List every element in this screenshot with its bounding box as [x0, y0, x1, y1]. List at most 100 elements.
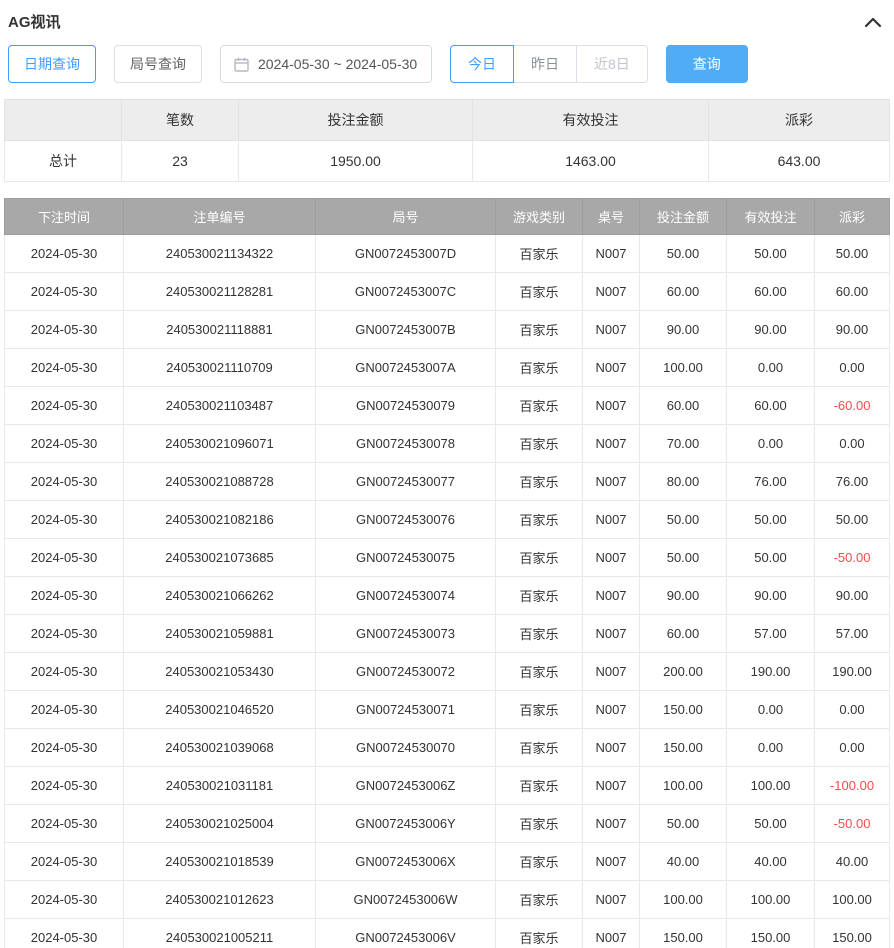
- cell: 2024-05-30: [5, 615, 124, 653]
- cell: 57.00: [815, 615, 890, 653]
- cell: N007: [583, 843, 640, 881]
- cell: N007: [583, 539, 640, 577]
- today-button[interactable]: 今日: [450, 45, 514, 83]
- cell: 50.00: [815, 501, 890, 539]
- column-header: 游戏类别: [496, 199, 583, 235]
- column-header: 下注时间: [5, 199, 124, 235]
- date-query-button[interactable]: 日期查询: [8, 45, 96, 83]
- column-header: 派彩: [815, 199, 890, 235]
- summary-value: 643.00: [709, 141, 890, 182]
- cell: 2024-05-30: [5, 919, 124, 948]
- table-row: 2024-05-30240530021046520GN00724530071百家…: [5, 691, 890, 729]
- cell: 240530021039068: [124, 729, 316, 767]
- cell: GN0072453006W: [316, 881, 496, 919]
- summary-header-cell: 笔数: [122, 100, 239, 141]
- cell: 60.00: [640, 273, 727, 311]
- cell: 2024-05-30: [5, 235, 124, 273]
- date-range-input[interactable]: 2024-05-30 ~ 2024-05-30: [220, 45, 432, 83]
- cell: 0.00: [727, 349, 815, 387]
- cell: N007: [583, 501, 640, 539]
- cell: 70.00: [640, 425, 727, 463]
- column-header: 桌号: [583, 199, 640, 235]
- cell: 150.00: [815, 919, 890, 948]
- cell: GN0072453007D: [316, 235, 496, 273]
- collapse-icon[interactable]: [862, 14, 884, 30]
- bets-header-row: 下注时间注单编号局号游戏类别桌号投注金额有效投注派彩: [5, 199, 890, 235]
- cell: 40.00: [640, 843, 727, 881]
- cell: 240530021134322: [124, 235, 316, 273]
- cell: GN0072453007B: [316, 311, 496, 349]
- cell: 2024-05-30: [5, 881, 124, 919]
- cell: N007: [583, 311, 640, 349]
- cell: GN00724530077: [316, 463, 496, 501]
- cell: 240530021096071: [124, 425, 316, 463]
- cell: 50.00: [640, 501, 727, 539]
- cell: GN00724530073: [316, 615, 496, 653]
- cell: 2024-05-30: [5, 425, 124, 463]
- cell: 0.00: [815, 349, 890, 387]
- table-row: 2024-05-30240530021018539GN0072453006X百家…: [5, 843, 890, 881]
- cell: 2024-05-30: [5, 691, 124, 729]
- summary-header-cell: 投注金额: [239, 100, 473, 141]
- cell: 0.00: [727, 425, 815, 463]
- calendar-icon: [234, 57, 249, 72]
- cell: 240530021103487: [124, 387, 316, 425]
- cell: 2024-05-30: [5, 387, 124, 425]
- summary-header-cell: 派彩: [709, 100, 890, 141]
- cell: 60.00: [815, 273, 890, 311]
- last-8-days-button[interactable]: 近8日: [576, 45, 648, 83]
- cell: 2024-05-30: [5, 729, 124, 767]
- table-row: 2024-05-30240530021031181GN0072453006Z百家…: [5, 767, 890, 805]
- page: AG视讯 日期查询 局号查询 2024-05-30 ~ 2024-05-30 今…: [0, 0, 894, 948]
- search-button[interactable]: 查询: [666, 45, 748, 83]
- cell: 240530021005211: [124, 919, 316, 948]
- cell: GN0072453007C: [316, 273, 496, 311]
- cell: N007: [583, 653, 640, 691]
- table-row: 2024-05-30240530021025004GN0072453006Y百家…: [5, 805, 890, 843]
- cell: 240530021088728: [124, 463, 316, 501]
- cell: 150.00: [640, 729, 727, 767]
- cell: 0.00: [727, 691, 815, 729]
- cell: 0.00: [727, 729, 815, 767]
- table-row: 2024-05-30240530021053430GN00724530072百家…: [5, 653, 890, 691]
- cell: 2024-05-30: [5, 805, 124, 843]
- cell: 百家乐: [496, 311, 583, 349]
- cell: GN00724530072: [316, 653, 496, 691]
- cell: 百家乐: [496, 919, 583, 948]
- table-row: 2024-05-30240530021118881GN0072453007B百家…: [5, 311, 890, 349]
- cell: 百家乐: [496, 273, 583, 311]
- cell: 90.00: [815, 311, 890, 349]
- cell: GN00724530076: [316, 501, 496, 539]
- cell: N007: [583, 349, 640, 387]
- cell: 190.00: [727, 653, 815, 691]
- cell: 2024-05-30: [5, 539, 124, 577]
- cell: 80.00: [640, 463, 727, 501]
- column-header: 注单编号: [124, 199, 316, 235]
- cell: -50.00: [815, 805, 890, 843]
- cell: 150.00: [640, 919, 727, 948]
- cell: 0.00: [815, 691, 890, 729]
- cell: GN00724530074: [316, 577, 496, 615]
- round-query-button[interactable]: 局号查询: [114, 45, 202, 83]
- cell: 2024-05-30: [5, 767, 124, 805]
- cell: 76.00: [815, 463, 890, 501]
- cell: 240530021128281: [124, 273, 316, 311]
- cell: 90.00: [727, 577, 815, 615]
- table-row: 2024-05-30240530021012623GN0072453006W百家…: [5, 881, 890, 919]
- cell: 百家乐: [496, 805, 583, 843]
- summary-header-cell: 有效投注: [473, 100, 709, 141]
- table-row: 2024-05-30240530021066262GN00724530074百家…: [5, 577, 890, 615]
- cell: 240530021066262: [124, 577, 316, 615]
- summary-value: 23: [122, 141, 239, 182]
- table-row: 2024-05-30240530021082186GN00724530076百家…: [5, 501, 890, 539]
- table-row: 2024-05-30240530021073685GN00724530075百家…: [5, 539, 890, 577]
- cell: N007: [583, 577, 640, 615]
- cell: 50.00: [640, 539, 727, 577]
- cell: 40.00: [727, 843, 815, 881]
- summary-header-cell: [5, 100, 122, 141]
- cell: N007: [583, 691, 640, 729]
- yesterday-button[interactable]: 昨日: [513, 45, 577, 83]
- table-row: 2024-05-30240530021110709GN0072453007A百家…: [5, 349, 890, 387]
- cell: 76.00: [727, 463, 815, 501]
- cell: GN00724530071: [316, 691, 496, 729]
